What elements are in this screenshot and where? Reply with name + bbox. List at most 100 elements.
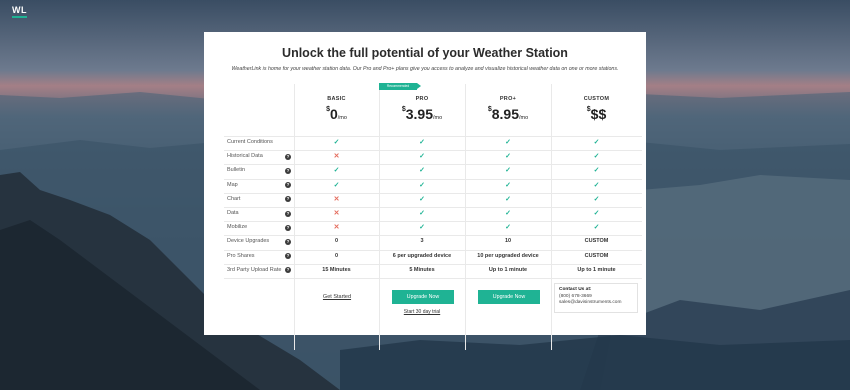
- help-icon[interactable]: ?: [285, 224, 291, 231]
- row-divider: [224, 164, 642, 166]
- row-divider: [224, 221, 642, 223]
- feature-value: 15 Minutes: [322, 266, 351, 273]
- check-icon: ✓: [419, 167, 425, 175]
- feature-row: Device Upgrades? 0 3 10 CUSTOM: [204, 235, 646, 249]
- feature-label: Map: [227, 181, 238, 188]
- cross-icon: ✕: [333, 195, 340, 203]
- page-subtitle: WeatherLink is home for your weather sta…: [231, 66, 619, 72]
- help-icon[interactable]: ?: [285, 182, 291, 189]
- price-period: /mo: [518, 115, 529, 121]
- feature-label: 3rd Party Upload Rate: [227, 266, 282, 273]
- plan-price-custom: $$$: [551, 106, 642, 124]
- check-icon: ✓: [333, 167, 340, 175]
- recommended-badge: Recommended: [379, 83, 421, 90]
- price-period: /mo: [337, 115, 347, 121]
- help-icon[interactable]: ?: [285, 238, 291, 245]
- help-icon[interactable]: ?: [285, 196, 291, 203]
- feature-row: Current Conditions ✓ ✓ ✓ ✓: [204, 136, 646, 150]
- feature-value: 5 Minutes: [409, 266, 435, 273]
- help-icon[interactable]: ?: [285, 267, 291, 274]
- feature-value: 10: [504, 238, 512, 245]
- feature-row: Mobilize? ✕ ✓ ✓ ✓: [204, 221, 646, 235]
- help-icon[interactable]: ?: [285, 167, 291, 174]
- check-icon: ✓: [419, 224, 425, 232]
- feature-row: Data? ✕ ✓ ✓ ✓: [204, 207, 646, 221]
- feature-row: Chart? ✕ ✓ ✓ ✓: [204, 193, 646, 207]
- feature-value: 0: [334, 252, 339, 259]
- feature-value: Up to 1 minute: [488, 266, 528, 273]
- row-divider: [224, 136, 642, 137]
- check-icon: ✓: [419, 139, 425, 146]
- feature-row: Pro Shares? 0 6 per upgraded device 10 per …: [204, 250, 646, 264]
- help-icon[interactable]: ?: [285, 253, 291, 260]
- check-icon: ✓: [505, 181, 511, 189]
- site-logo[interactable]: WL: [12, 5, 27, 18]
- plan-name-custom: CUSTOM: [583, 96, 610, 102]
- price-amount: $$: [590, 106, 607, 122]
- check-icon: ✓: [593, 210, 600, 217]
- plan-price-pro-plus: $8.95/mo: [465, 106, 551, 124]
- get-started-link[interactable]: Get Started: [322, 294, 352, 300]
- check-icon: ✓: [419, 153, 425, 161]
- check-icon: ✓: [505, 167, 511, 175]
- feature-row: Historical Data? ✕ ✓ ✓ ✓: [204, 150, 646, 164]
- feature-label: Historical Data: [227, 153, 263, 160]
- row-divider: [224, 249, 642, 251]
- check-icon: ✓: [593, 195, 600, 203]
- check-icon: ✓: [505, 210, 511, 217]
- price-amount: 0: [329, 106, 338, 122]
- cross-icon: ✕: [333, 224, 340, 232]
- check-icon: ✓: [505, 153, 511, 161]
- check-icon: ✓: [593, 224, 600, 232]
- cross-icon: ✕: [333, 210, 340, 217]
- feature-label: Pro Shares: [227, 252, 255, 259]
- row-divider: [224, 192, 642, 194]
- check-icon: ✓: [593, 153, 600, 161]
- check-icon: ✓: [593, 167, 600, 175]
- contact-email[interactable]: sales@davisinstruments.com: [559, 300, 633, 307]
- feature-value: CUSTOM: [584, 238, 609, 245]
- feature-label: Device Upgrades: [227, 238, 270, 245]
- check-icon: ✓: [419, 210, 425, 217]
- feature-value: 3: [420, 238, 424, 245]
- check-icon: ✓: [333, 181, 340, 189]
- pricing-card: Unlock the full potential of your Weathe…: [204, 32, 646, 350]
- help-icon[interactable]: ?: [285, 153, 291, 160]
- feature-label: Data: [227, 210, 239, 216]
- feature-value: 0: [334, 238, 339, 245]
- feature-row: Map? ✓ ✓ ✓ ✓: [204, 179, 646, 193]
- row-divider: [224, 207, 642, 208]
- feature-row: 3rd Party Upload Rate? 15 Minutes 5 Minute…: [204, 264, 646, 278]
- row-divider: [224, 263, 642, 265]
- check-icon: ✓: [505, 139, 511, 146]
- cross-icon: ✕: [333, 153, 340, 161]
- check-icon: ✓: [419, 181, 425, 189]
- check-icon: ✓: [593, 139, 600, 146]
- price-amount: 8.95: [491, 106, 519, 122]
- feature-label: Chart: [227, 195, 241, 202]
- plan-price-basic: $0/mo: [294, 106, 379, 124]
- feature-value: 6 per upgraded device: [392, 252, 452, 259]
- price-period: /mo: [432, 115, 443, 121]
- check-icon: ✓: [419, 195, 425, 203]
- help-icon[interactable]: ?: [285, 210, 291, 217]
- check-icon: ✓: [333, 139, 340, 146]
- row-divider: [224, 278, 642, 279]
- price-amount: 3.95: [405, 106, 433, 122]
- plan-name-pro-plus: PRO+: [499, 96, 517, 102]
- feature-value: CUSTOM: [584, 252, 609, 259]
- plan-price-pro: $3.95/mo: [379, 106, 465, 124]
- start-trial-link[interactable]: Start 30 day trial: [392, 309, 452, 315]
- upgrade-pro-button[interactable]: Upgrade Now: [392, 290, 454, 304]
- upgrade-pro-plus-button[interactable]: Upgrade Now: [478, 290, 540, 304]
- feature-value: Up to 1 minute: [577, 266, 616, 273]
- feature-value: 10 per upgraded device: [477, 252, 539, 259]
- feature-label: Mobilize: [227, 224, 248, 231]
- page-title: Unlock the full potential of your Weathe…: [282, 46, 568, 60]
- feature-label: Current Conditions: [227, 139, 273, 145]
- plan-name-basic: BASIC: [327, 96, 346, 102]
- row-divider: [224, 150, 642, 152]
- feature-label: Bulletin: [227, 167, 246, 174]
- check-icon: ✓: [505, 195, 511, 203]
- check-icon: ✓: [505, 224, 511, 232]
